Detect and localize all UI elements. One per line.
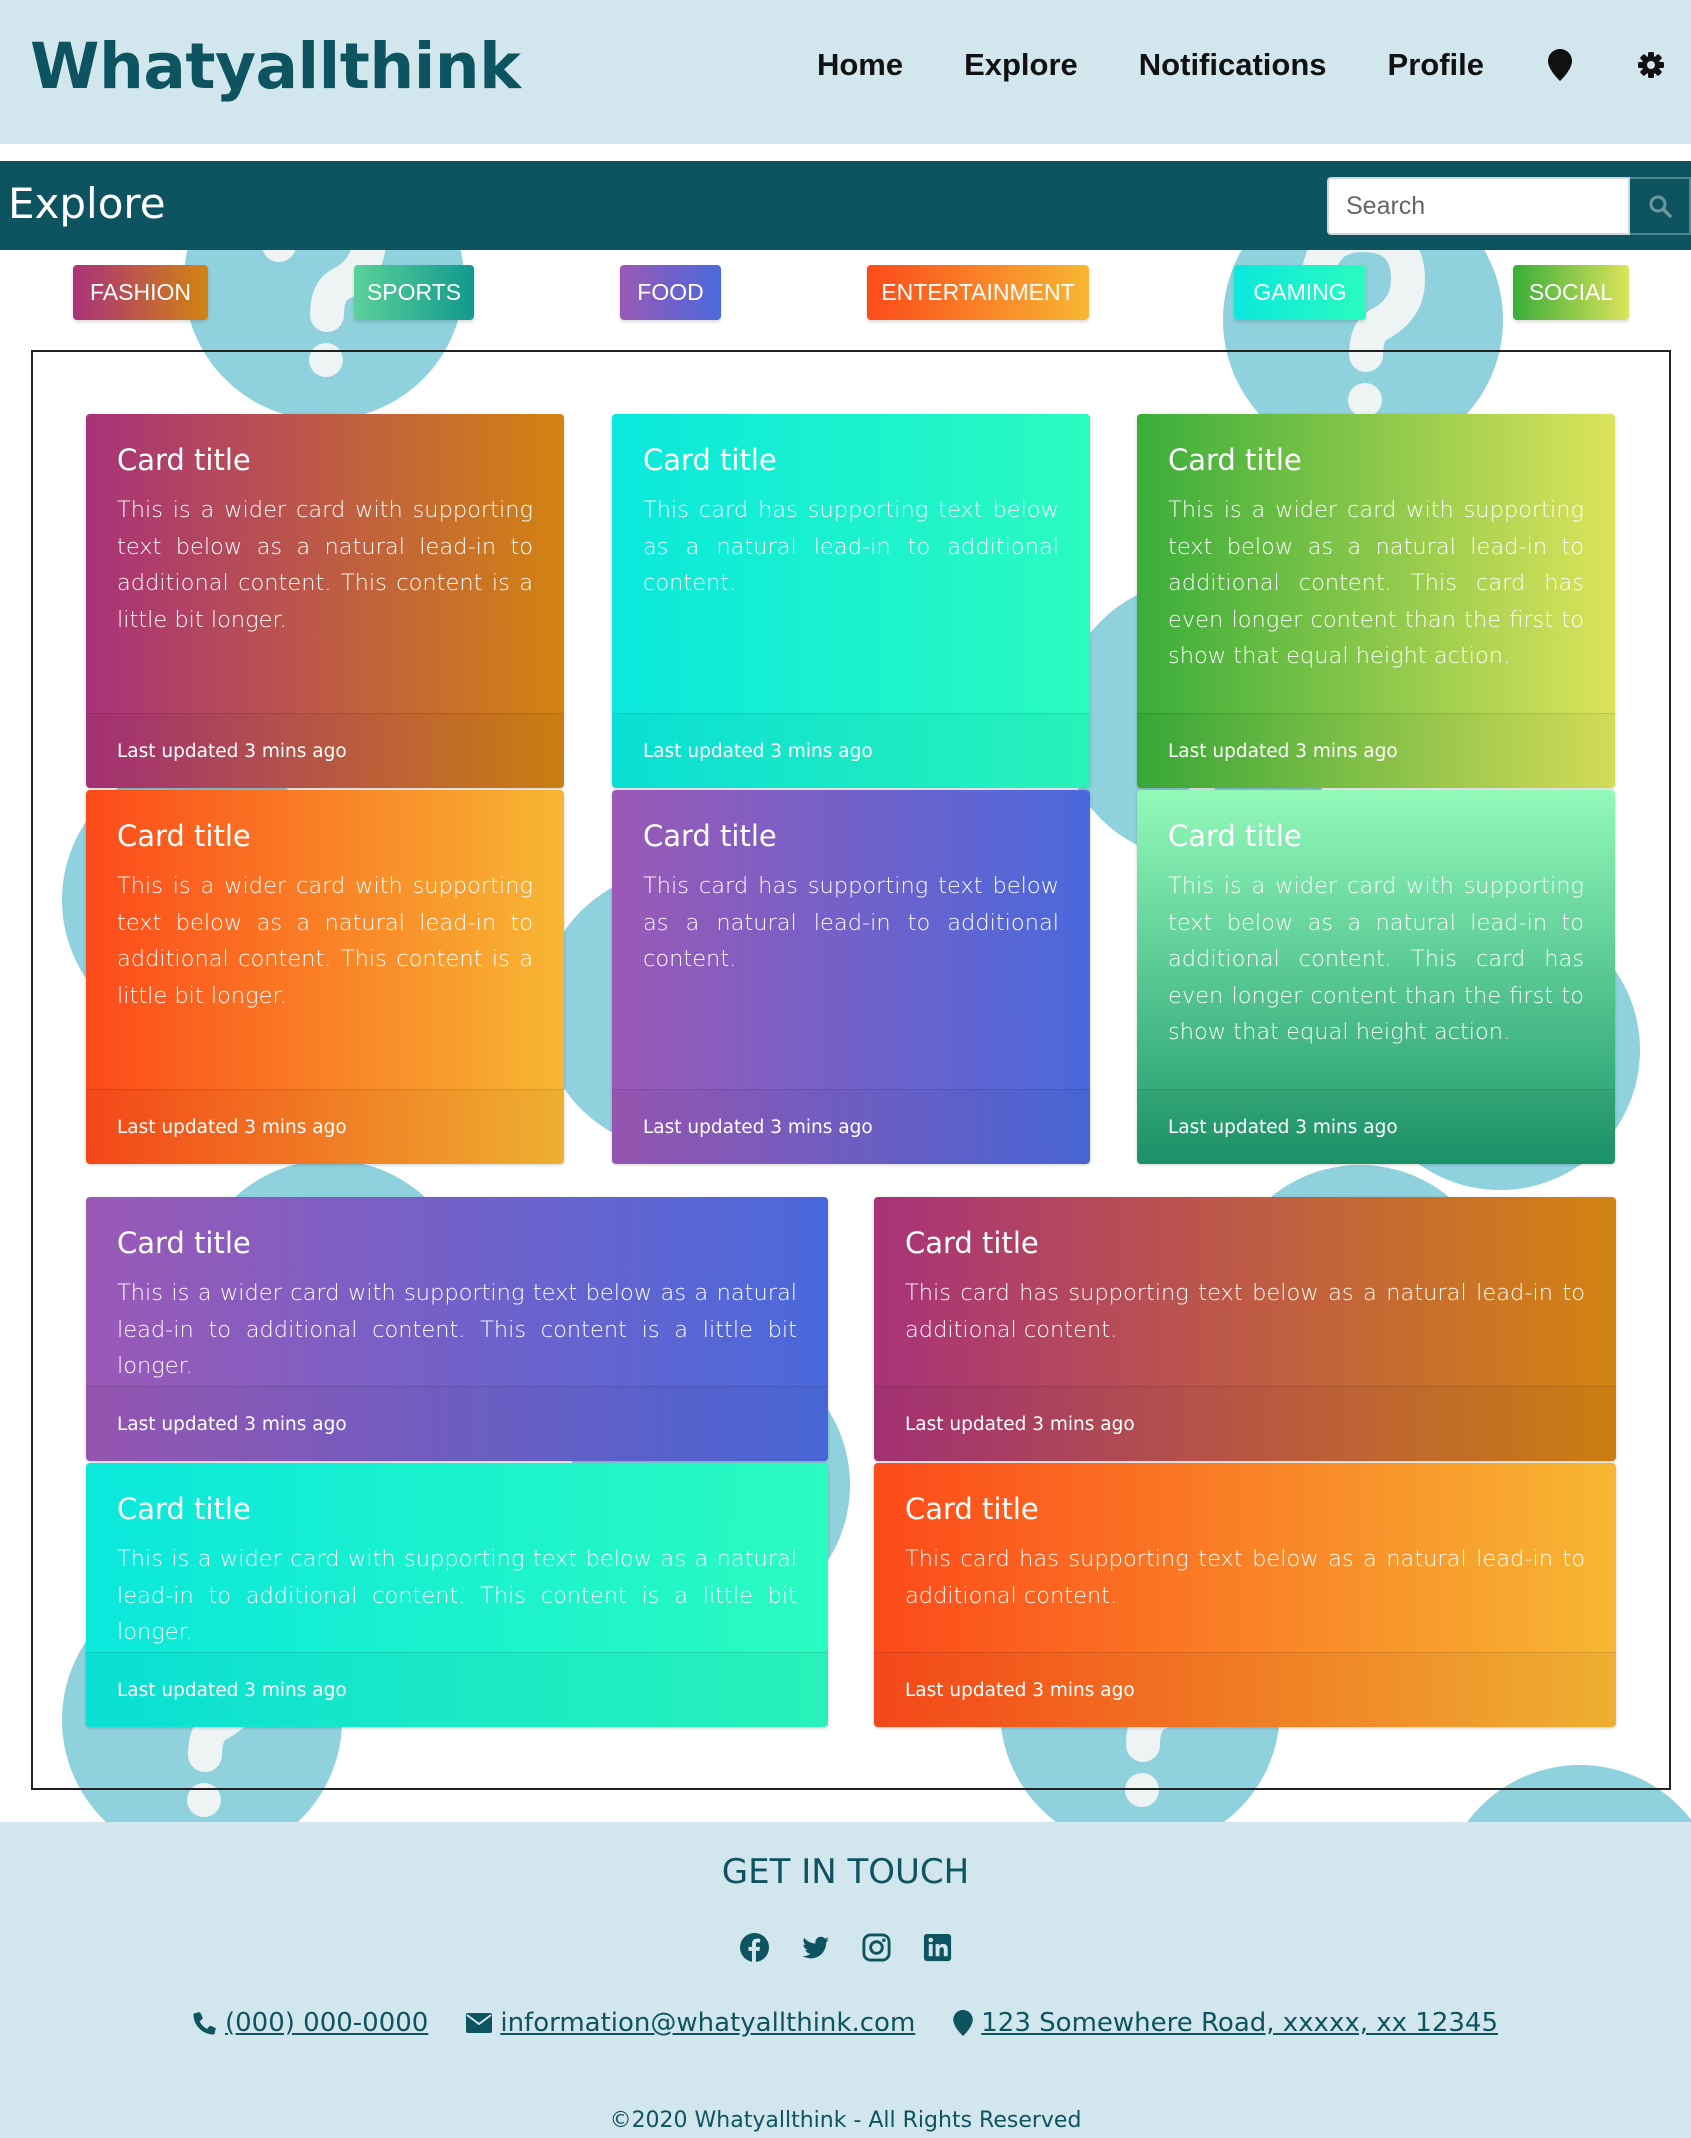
card-title: Card title — [117, 1492, 251, 1526]
card-text: This is a wider card with supporting tex… — [117, 873, 533, 1009]
top-navbar: Whatyallthink Home Explore Notifications… — [0, 0, 1691, 144]
card-updated-text: Last updated 3 mins ago — [643, 1117, 873, 1138]
footer-heading: GET IN TOUCH — [721, 1852, 970, 1892]
card[interactable]: Card title This is a wider card with sup… — [86, 414, 564, 788]
card[interactable]: Card title This is a wider card with sup… — [86, 790, 564, 1164]
card-footer: Last updated 3 mins ago — [86, 1089, 564, 1164]
card-text: This is a wider card with supporting tex… — [1168, 497, 1584, 669]
card-title: Card title — [643, 443, 777, 477]
site-footer: GET IN TOUCH (000) 000-0000 information@… — [0, 1822, 1691, 2138]
search-input[interactable] — [1327, 177, 1630, 235]
card-footer: Last updated 3 mins ago — [1137, 1089, 1615, 1164]
search-icon — [1649, 195, 1672, 218]
category-entertainment-button[interactable]: ENTERTAINMENT — [867, 265, 1089, 320]
card-title: Card title — [117, 819, 251, 853]
twitter-icon[interactable] — [800, 1932, 831, 1963]
phone-icon — [193, 2012, 216, 2035]
envelope-icon — [466, 2013, 493, 2033]
card-updated-text: Last updated 3 mins ago — [117, 1414, 347, 1435]
card-text: This card has supporting text below as a… — [905, 1546, 1585, 1609]
gear-icon[interactable] — [1636, 47, 1666, 83]
card-footer: Last updated 3 mins ago — [612, 713, 1090, 788]
explore-bar: Explore — [0, 161, 1691, 250]
card[interactable]: Card title This is a wider card with sup… — [86, 1463, 828, 1727]
email-link[interactable]: information@whatyallthink.com — [500, 2008, 915, 2038]
nav-explore[interactable]: Explore — [964, 47, 1078, 83]
card-title: Card title — [117, 1226, 251, 1260]
card-text: This card has supporting text below as a… — [643, 497, 1059, 596]
card-updated-text: Last updated 3 mins ago — [1168, 741, 1398, 762]
card[interactable]: Card title This card has supporting text… — [612, 790, 1090, 1164]
facebook-icon[interactable] — [739, 1932, 770, 1963]
card-text: This is a wider card with supporting tex… — [1168, 873, 1584, 1045]
card-title: Card title — [1168, 443, 1302, 477]
contact-email: information@whatyallthink.com — [466, 2008, 915, 2038]
page-title: Explore — [8, 179, 166, 228]
card-footer: Last updated 3 mins ago — [874, 1386, 1616, 1461]
brand-logo[interactable]: Whatyallthink — [30, 30, 521, 103]
header-divider — [0, 144, 1691, 161]
card-text: This card has supporting text below as a… — [905, 1280, 1585, 1343]
card[interactable]: Card title This card has supporting text… — [874, 1197, 1616, 1461]
card-updated-text: Last updated 3 mins ago — [117, 1680, 347, 1701]
contact-phone: (000) 000-0000 — [193, 2008, 428, 2038]
category-gaming-button[interactable]: GAMING — [1234, 265, 1366, 320]
nav-profile[interactable]: Profile — [1388, 47, 1484, 83]
card-footer: Last updated 3 mins ago — [86, 713, 564, 788]
card-text: This card has supporting text below as a… — [643, 873, 1059, 972]
map-marker-icon — [953, 2010, 974, 2036]
card-text: This is a wider card with supporting tex… — [117, 1280, 797, 1379]
search-button[interactable] — [1630, 177, 1691, 235]
category-food-button[interactable]: FOOD — [620, 265, 721, 320]
card[interactable]: Card title This is a wider card with sup… — [1137, 414, 1615, 788]
card-updated-text: Last updated 3 mins ago — [117, 741, 347, 762]
card-footer: Last updated 3 mins ago — [874, 1652, 1616, 1727]
card-updated-text: Last updated 3 mins ago — [905, 1414, 1135, 1435]
card-text: This is a wider card with supporting tex… — [117, 497, 533, 633]
card-updated-text: Last updated 3 mins ago — [643, 741, 873, 762]
category-fashion-button[interactable]: FASHION — [73, 265, 208, 320]
card-title: Card title — [905, 1492, 1039, 1526]
category-social-button[interactable]: SOCIAL — [1513, 265, 1629, 320]
linkedin-icon[interactable] — [922, 1932, 953, 1963]
copyright-text: ©2020 Whatyallthink - All Rights Reserve… — [609, 2108, 1082, 2133]
contact-info: (000) 000-0000 information@whatyallthink… — [0, 2008, 1691, 2038]
card-footer: Last updated 3 mins ago — [612, 1089, 1090, 1164]
card-title: Card title — [905, 1226, 1039, 1260]
main-content: FASHION SPORTS FOOD ENTERTAINMENT GAMING… — [0, 250, 1691, 1822]
social-links — [0, 1932, 1691, 1963]
card[interactable]: Card title This is a wider card with sup… — [86, 1197, 828, 1461]
address-link[interactable]: 123 Somewhere Road, xxxxx, xx 12345 — [981, 2008, 1498, 2038]
card-updated-text: Last updated 3 mins ago — [1168, 1117, 1398, 1138]
phone-link[interactable]: (000) 000-0000 — [225, 2008, 428, 2038]
instagram-icon[interactable] — [861, 1932, 892, 1963]
card-footer: Last updated 3 mins ago — [1137, 713, 1615, 788]
card-title: Card title — [643, 819, 777, 853]
nav-notifications[interactable]: Notifications — [1139, 47, 1327, 83]
card-footer: Last updated 3 mins ago — [86, 1652, 828, 1727]
card-footer: Last updated 3 mins ago — [86, 1386, 828, 1461]
map-marker-icon[interactable] — [1545, 47, 1575, 83]
nav-home[interactable]: Home — [817, 47, 903, 83]
card[interactable]: Card title This card has supporting text… — [874, 1463, 1616, 1727]
card-updated-text: Last updated 3 mins ago — [905, 1680, 1135, 1701]
category-sports-button[interactable]: SPORTS — [354, 265, 474, 320]
card[interactable]: Card title This card has supporting text… — [612, 414, 1090, 788]
nav-links: Home Explore Notifications Profile — [817, 40, 1691, 90]
contact-address: 123 Somewhere Road, xxxxx, xx 12345 — [953, 2008, 1498, 2038]
card[interactable]: Card title This is a wider card with sup… — [1137, 790, 1615, 1164]
card-title: Card title — [117, 443, 251, 477]
card-text: This is a wider card with supporting tex… — [117, 1546, 797, 1645]
card-updated-text: Last updated 3 mins ago — [117, 1117, 347, 1138]
card-title: Card title — [1168, 819, 1302, 853]
